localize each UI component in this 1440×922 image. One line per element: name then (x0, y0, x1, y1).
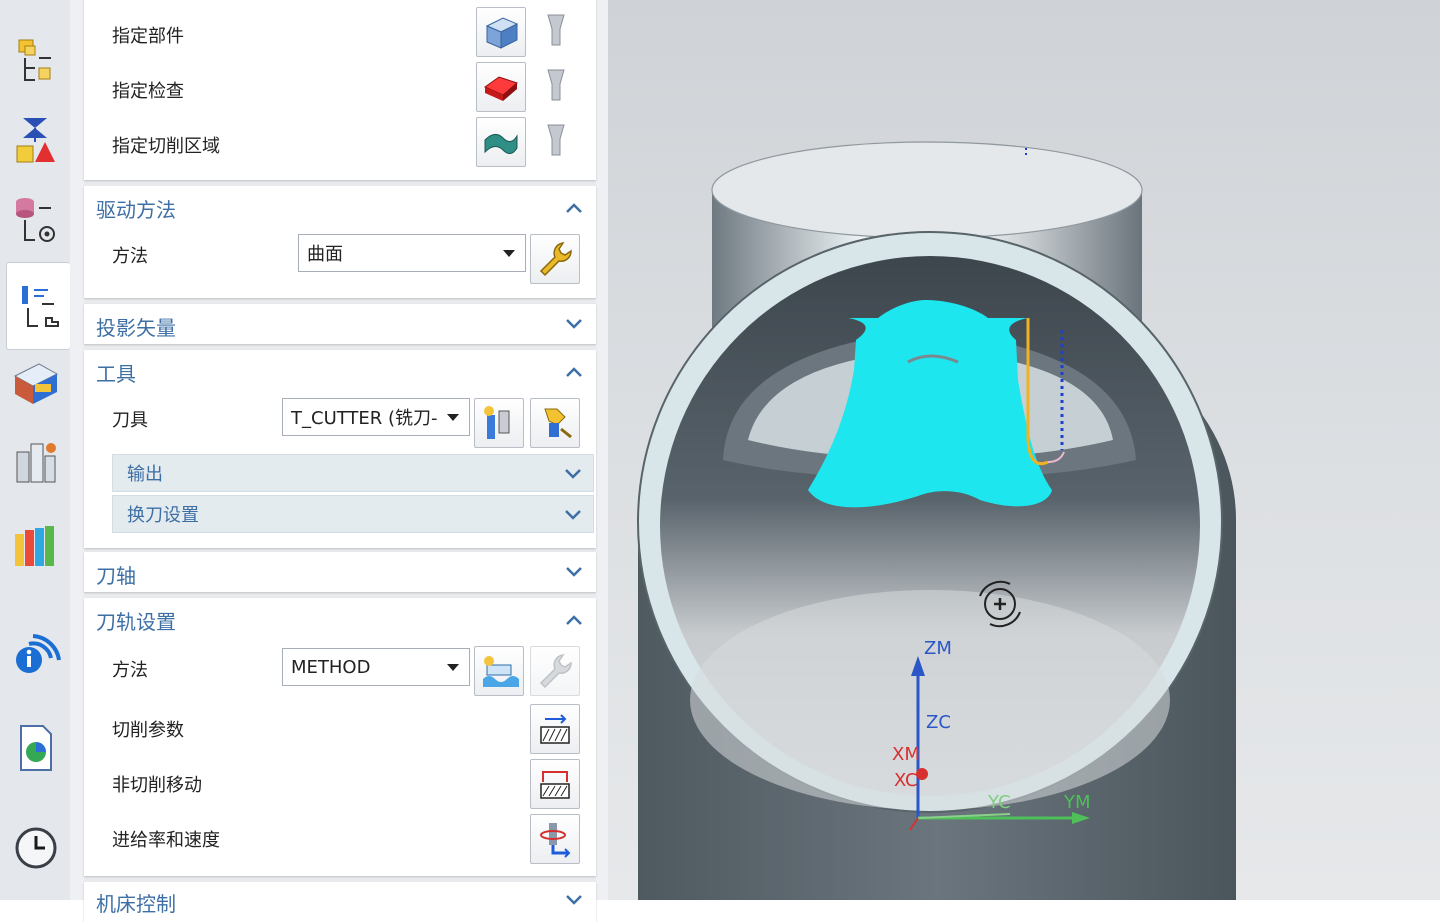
drive-method-value: 曲面 (307, 244, 343, 265)
path-method-select[interactable]: METHOD (282, 648, 470, 686)
operation-dialog: 指定部件 指定检查 指定切削区域 驱动方法 方法 曲面 投影矢量 工具 刀具 T… (70, 0, 608, 922)
drive-method-group: 驱动方法 方法 曲面 (84, 186, 596, 298)
web-page-icon[interactable] (10, 722, 62, 774)
display-cut-area-button[interactable] (532, 117, 580, 165)
chevron-down-icon[interactable] (564, 316, 584, 332)
edit-drive-method-button[interactable] (530, 234, 580, 284)
cut-params-label: 切削参数 (112, 720, 184, 741)
projection-vector-header[interactable]: 投影矢量 (96, 312, 176, 341)
geometry-view-icon[interactable] (10, 194, 62, 246)
edit-tool-icon (544, 408, 572, 439)
geometry-group: 指定部件 指定检查 指定切削区域 (84, 0, 596, 180)
upper-cylinder-top (711, 141, 1143, 239)
display-check-button[interactable] (532, 62, 580, 110)
feeds-speeds-label: 进给率和速度 (112, 830, 220, 851)
dropdown-arrow-icon (447, 664, 459, 671)
new-tool-icon (484, 406, 510, 439)
path-settings-header[interactable]: 刀轨设置 (96, 606, 176, 635)
axis-label-zc: ZC (926, 712, 951, 733)
output-label: 输出 (127, 464, 163, 485)
check-body-icon (483, 76, 518, 101)
information-icon[interactable] (10, 624, 62, 676)
part-model-scene (637, 141, 1236, 900)
machine-tool-view-icon[interactable] (10, 114, 62, 166)
tool-select[interactable]: T_CUTTER (铣刀- (282, 398, 470, 436)
tool-value: T_CUTTER (铣刀- (291, 408, 438, 429)
tool-axis-group: 刀轴 (84, 552, 596, 592)
tool-change-section-header[interactable]: 换刀设置 (112, 495, 594, 533)
dropdown-arrow-icon (503, 250, 515, 257)
dropdown-arrow-icon (447, 414, 459, 421)
non-cutting-moves-icon (540, 771, 570, 799)
axis-label-yc: YC (988, 792, 1011, 813)
axis-label-xm: XM (892, 744, 920, 765)
drive-method-select[interactable]: 曲面 (298, 234, 526, 272)
chevron-down-icon (565, 510, 581, 520)
flashlight-icon (547, 124, 565, 156)
tool-group: 工具 刀具 T_CUTTER (铣刀- 输出 换刀设置 (84, 350, 596, 548)
axis-label-zm: ZM (924, 638, 952, 659)
create-tool-button[interactable] (474, 398, 524, 448)
path-settings-group: 刀轨设置 方法 METHOD 切削参数 非切削移动 进给率和速度 (84, 598, 596, 876)
axis-label-xc: XC (894, 770, 918, 791)
machining-method-view-icon[interactable] (6, 262, 70, 350)
new-method-icon (483, 656, 519, 687)
create-method-button[interactable] (474, 646, 524, 696)
tool-change-label: 换刀设置 (127, 505, 199, 526)
cut-params-button[interactable] (530, 704, 580, 754)
chevron-up-icon[interactable] (564, 200, 584, 216)
chevron-down-icon[interactable] (564, 564, 584, 580)
tool-library-icon[interactable] (10, 358, 62, 410)
chevron-up-icon[interactable] (564, 364, 584, 380)
drive-method-header[interactable]: 驱动方法 (96, 194, 176, 223)
display-part-button[interactable] (532, 7, 580, 55)
graphics-viewport[interactable]: ZM ZC XM XC YC YM (608, 0, 1440, 900)
tool-axis-header[interactable]: 刀轴 (96, 560, 136, 589)
cut-parameters-icon (540, 714, 570, 744)
machine-control-header[interactable]: 机床控制 (96, 888, 176, 917)
tool-header[interactable]: 工具 (96, 358, 136, 387)
axis-label-ym: YM (1064, 792, 1091, 813)
flashlight-icon (547, 14, 565, 46)
resource-bar (0, 0, 71, 900)
projection-vector-group: 投影矢量 (84, 304, 596, 344)
chevron-down-icon[interactable] (564, 892, 584, 908)
edit-tool-button[interactable] (530, 398, 580, 448)
tool-label: 刀具 (112, 410, 148, 431)
wrench-icon (539, 654, 572, 689)
feeds-speeds-icon (540, 823, 571, 858)
specify-cut-area-label: 指定切削区域 (112, 136, 220, 157)
non-cut-moves-button[interactable] (530, 759, 580, 809)
output-section-header[interactable]: 输出 (112, 454, 594, 492)
history-clock-icon[interactable] (10, 820, 62, 872)
select-part-button[interactable] (476, 7, 526, 57)
machine-control-group: 机床控制 (84, 882, 596, 922)
edit-method-button[interactable] (530, 646, 580, 696)
chevron-down-icon (565, 469, 581, 479)
specify-part-label: 指定部件 (112, 26, 184, 47)
flashlight-icon (547, 69, 565, 101)
non-cut-moves-label: 非切削移动 (112, 775, 202, 796)
operation-manager-icon[interactable] (10, 438, 62, 490)
select-check-button[interactable] (476, 62, 526, 112)
resource-library-icon[interactable] (10, 520, 62, 572)
path-method-label: 方法 (112, 660, 148, 681)
operation-navigator-program-order-icon[interactable] (10, 36, 62, 88)
wrench-icon (539, 242, 572, 277)
specify-check-label: 指定检查 (112, 81, 184, 102)
part-body-icon (485, 17, 519, 49)
path-method-value: METHOD (291, 656, 371, 678)
drive-method-label: 方法 (112, 246, 148, 267)
cut-area-surface-icon (484, 134, 518, 154)
feeds-speeds-button[interactable] (530, 814, 580, 864)
select-cut-area-button[interactable] (476, 117, 526, 167)
chevron-up-icon[interactable] (564, 612, 584, 628)
